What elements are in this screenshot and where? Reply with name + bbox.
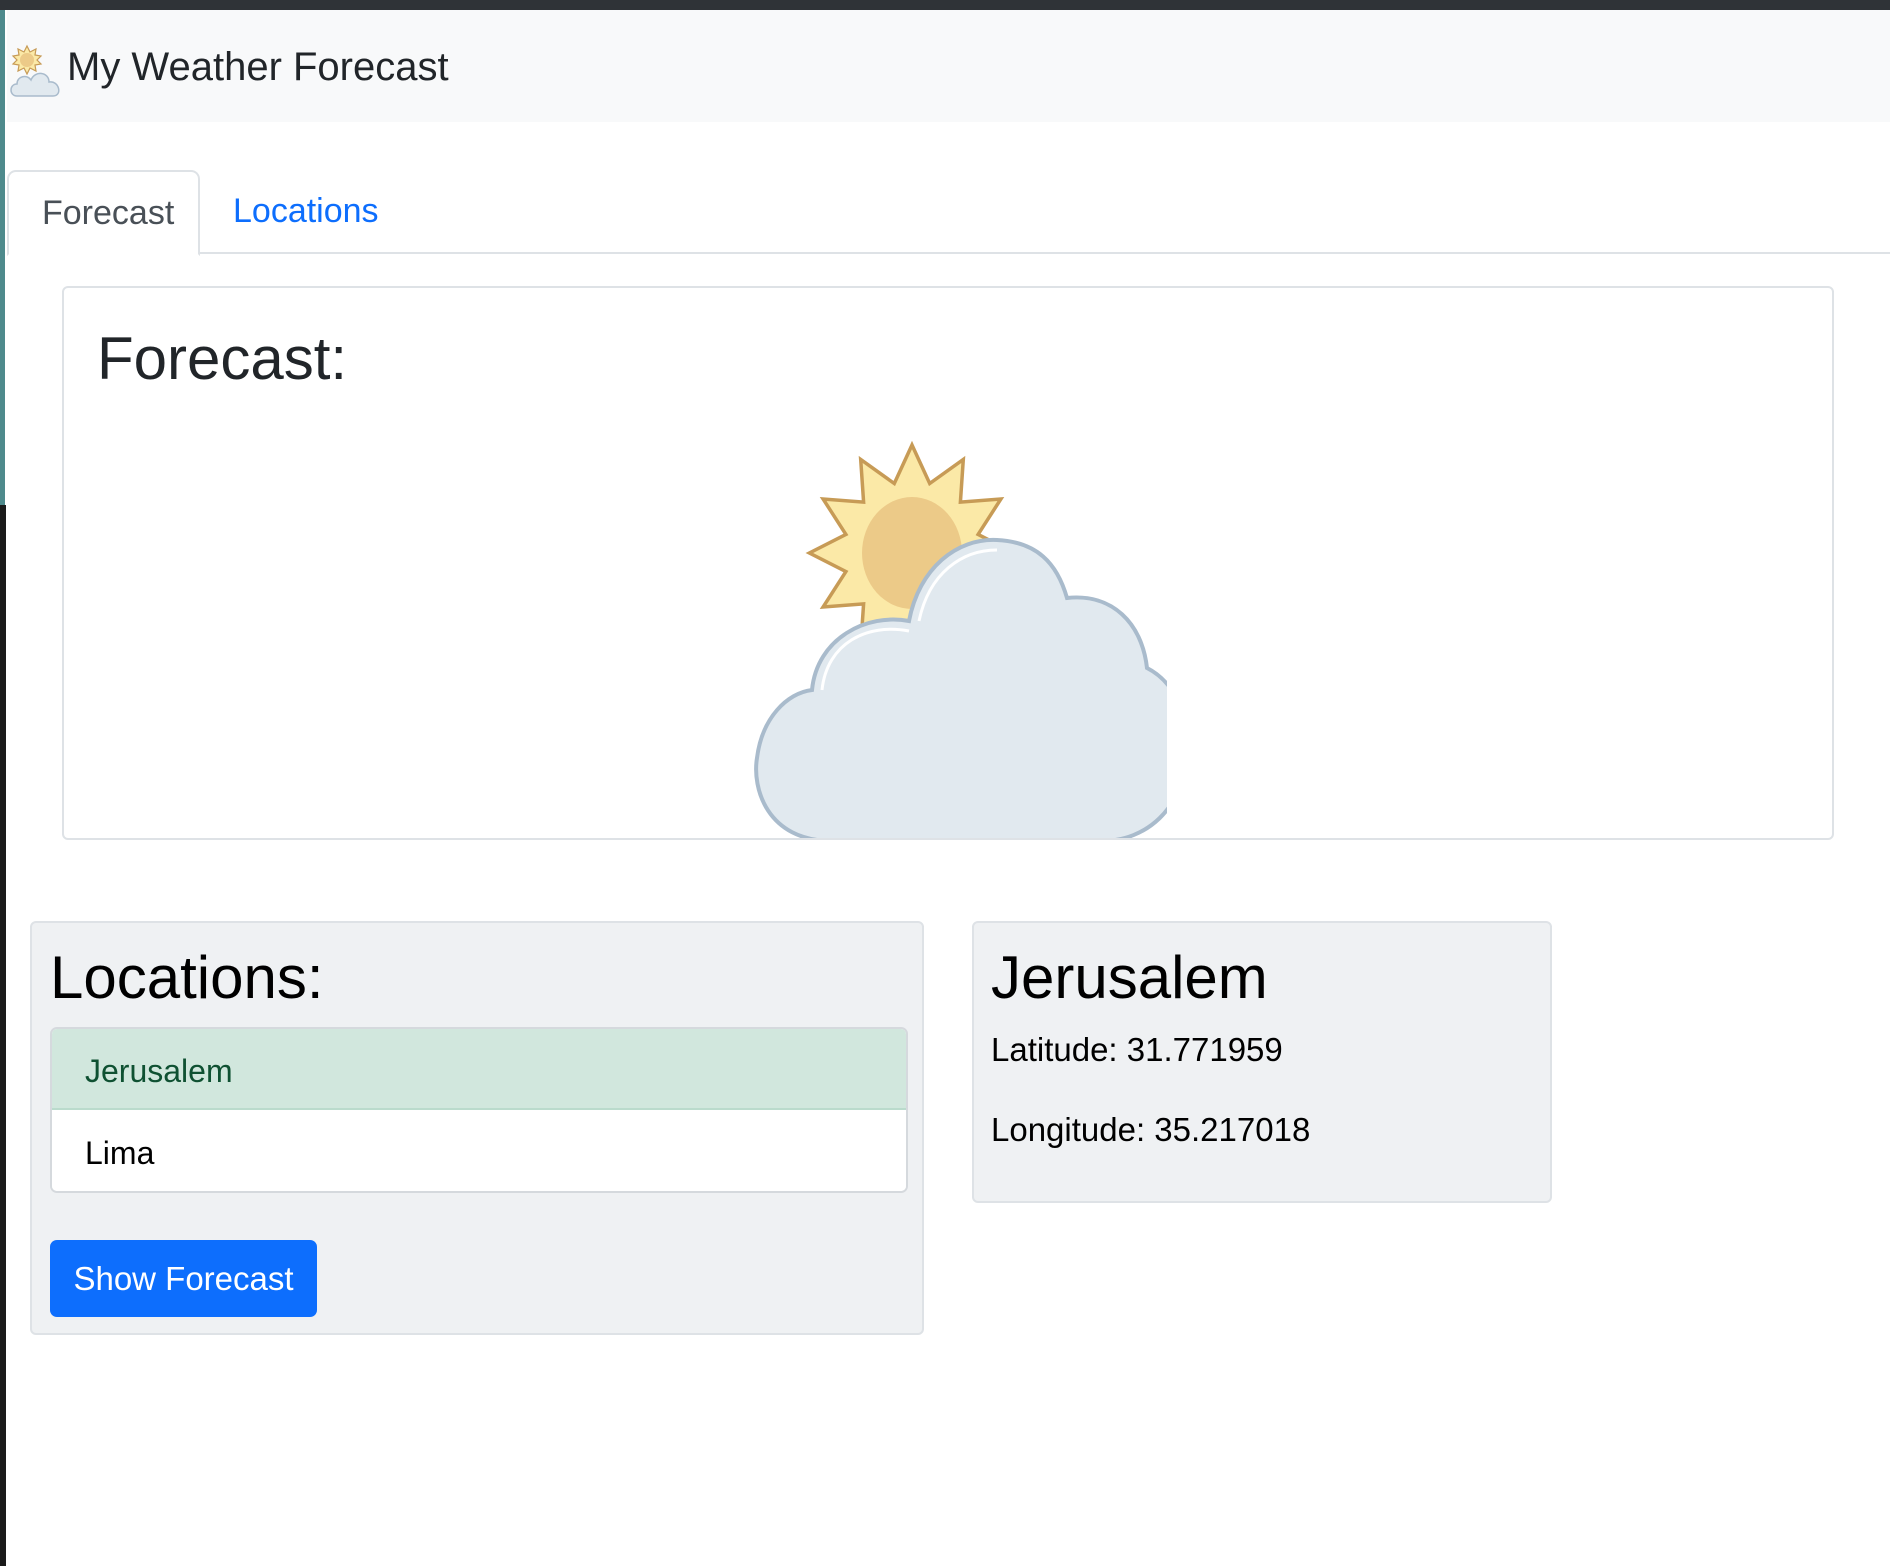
forecast-heading: Forecast: [97,325,348,392]
tab-bar: Forecast Locations [7,170,1890,256]
list-item-jerusalem[interactable]: Jerusalem [52,1029,906,1110]
latitude-text: Latitude: 31.771959 [991,1031,1283,1068]
window-left-edge-dark [0,10,5,505]
partly-cloudy-icon [10,44,60,97]
show-forecast-button[interactable]: Show Forecast [50,1240,317,1317]
forecast-card: Forecast: [62,286,1834,840]
location-list: Jerusalem Lima [50,1027,908,1193]
window-left-edge-black [0,505,6,1566]
app-title[interactable]: My Weather Forecast [67,45,449,90]
list-item-lima[interactable]: Lima [52,1111,906,1191]
navbar: My Weather Forecast [7,10,1890,122]
location-details-card: Jerusalem Latitude: 31.771959 Longitude:… [972,921,1552,1203]
locations-heading: Locations: [50,944,324,1011]
location-name: Jerusalem [991,944,1268,1011]
tab-forecast[interactable]: Forecast [7,170,200,256]
tab-locations[interactable]: Locations [200,170,412,254]
window-top-strip [0,0,1890,10]
locations-card: Locations: Jerusalem Lima Show Forecast [30,921,924,1335]
partly-cloudy-icon [754,440,1167,838]
longitude-text: Longitude: 35.217018 [991,1111,1311,1148]
